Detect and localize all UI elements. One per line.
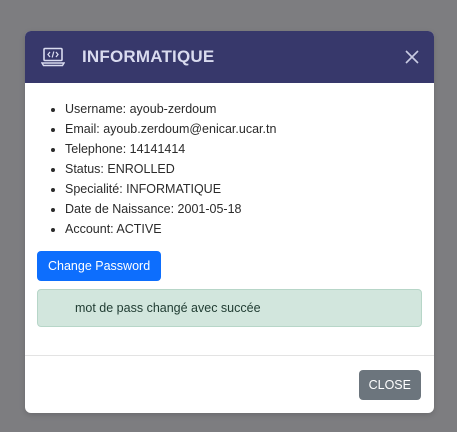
success-alert-message: mot de pass changé avec succée [75, 301, 261, 315]
success-alert: mot de pass changé avec succée [37, 289, 422, 327]
modal-title: INFORMATIQUE [82, 47, 215, 66]
close-icon[interactable] [402, 47, 422, 67]
modal-body: Username: ayoub-zerdoum Email: ayoub.zer… [25, 83, 434, 327]
modal-footer: CLOSE [25, 355, 434, 413]
info-account: Account: ACTIVE [65, 219, 422, 239]
info-specialite: Specialité: INFORMATIQUE [65, 179, 422, 199]
info-telephone: Telephone: 14141414 [65, 139, 422, 159]
student-info-list: Username: ayoub-zerdoum Email: ayoub.zer… [37, 99, 422, 239]
modal-header: INFORMATIQUE [25, 31, 434, 83]
info-username: Username: ayoub-zerdoum [65, 99, 422, 119]
close-button[interactable]: CLOSE [358, 369, 421, 400]
info-email: Email: ayoub.zerdoum@enicar.ucar.tn [65, 119, 422, 139]
laptop-code-icon [40, 46, 66, 68]
change-password-button[interactable]: Change Password [37, 251, 162, 281]
info-status: Status: ENROLLED [65, 159, 422, 179]
info-date-naissance: Date de Naissance: 2001-05-18 [65, 199, 422, 219]
student-info-modal: INFORMATIQUE Username: ayoub-zerdoum Ema… [25, 31, 434, 413]
